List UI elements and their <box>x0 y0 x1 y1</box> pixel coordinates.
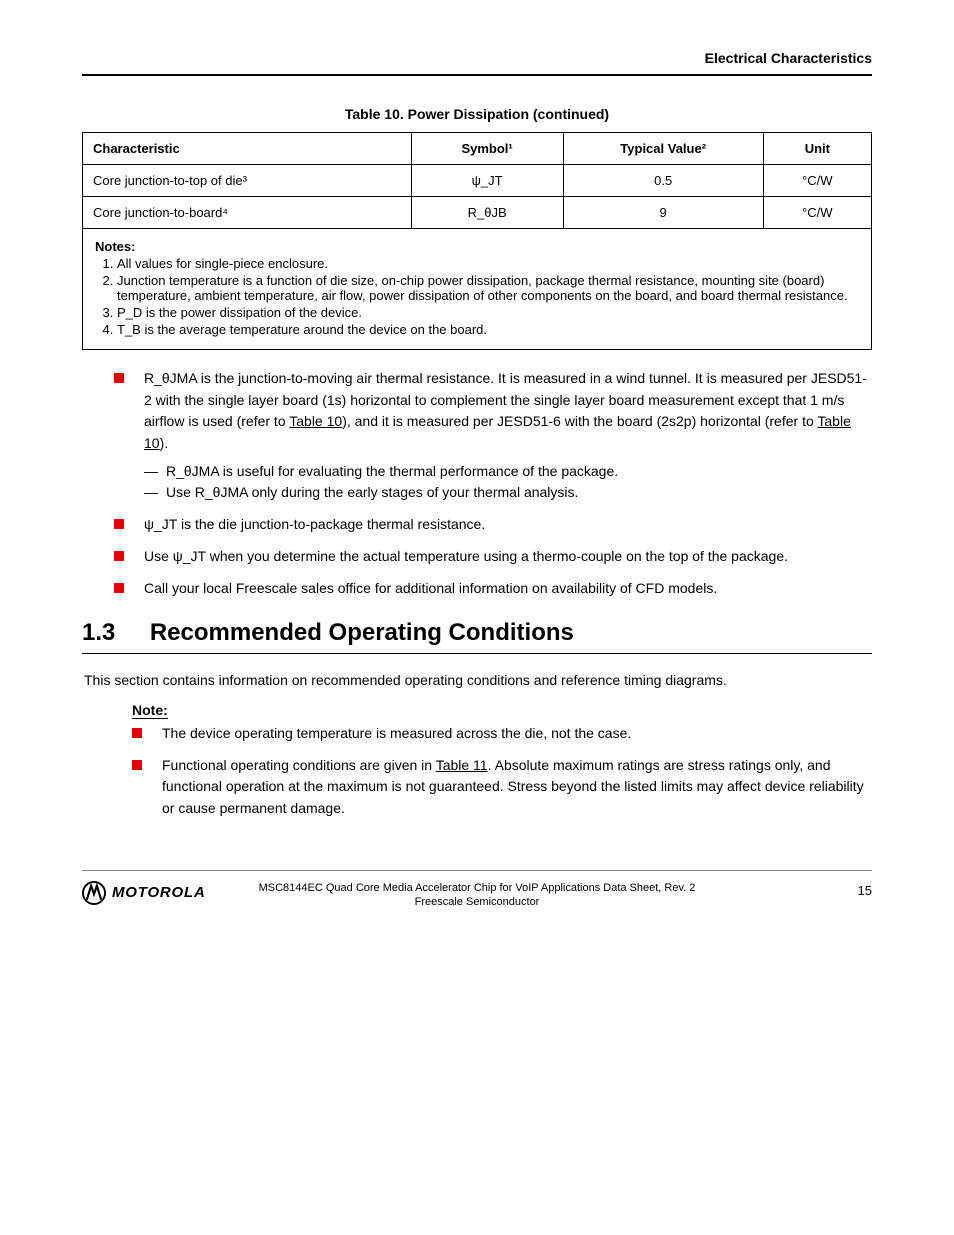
note-bullet-item: The device operating temperature is meas… <box>132 723 872 745</box>
footer-line2: Freescale Semiconductor <box>82 895 872 909</box>
sub-bullet-item: Use R_θJMA only during the early stages … <box>144 482 872 504</box>
bullet-cfd: Call your local Freescale sales office f… <box>114 578 872 600</box>
cell-symbol: ψ_JT <box>411 165 563 197</box>
note-item: Junction temperature is a function of di… <box>117 273 859 303</box>
sub-bullet-list: R_θJMA is useful for evaluating the ther… <box>144 461 872 504</box>
cell-symbol: R_θJB <box>411 197 563 229</box>
page-footer: MOTOROLA MSC8144EC Quad Core Media Accel… <box>0 870 954 957</box>
table-notes-cell: Notes: All values for single-piece enclo… <box>83 229 872 350</box>
cell-unit: °C/W <box>763 165 871 197</box>
bullet-rthjma: R_θJMA is the junction-to-moving air the… <box>114 368 872 504</box>
th-typical: Typical Value² <box>563 133 763 165</box>
th-unit: Unit <box>763 133 871 165</box>
notes-list: All values for single-piece enclosure. J… <box>117 256 859 337</box>
section-heading: 1.3 Recommended Operating Conditions <box>82 619 872 654</box>
th-characteristic: Characteristic <box>83 133 412 165</box>
xref-table[interactable]: Table 10 <box>289 413 342 429</box>
table-caption: Table 10. Power Dissipation (continued) <box>82 106 872 122</box>
page-number: 15 <box>858 883 872 898</box>
bullet-psijt: ψ_JT is the die junction-to-package ther… <box>114 514 872 536</box>
note-text-part: Functional operating conditions are give… <box>162 757 436 773</box>
table-notes-row: Notes: All values for single-piece enclo… <box>83 229 872 350</box>
note-bullet-list: The device operating temperature is meas… <box>132 723 872 820</box>
table-row: Core junction-to-board⁴ R_θJB 9 °C/W <box>83 197 872 229</box>
note-bullet-item: Functional operating conditions are give… <box>132 755 872 820</box>
footer-rule <box>82 870 872 871</box>
note-label: Note: <box>132 702 168 719</box>
section-number: 1.3 <box>82 619 115 646</box>
sub-bullet-item: R_θJMA is useful for evaluating the ther… <box>144 461 872 483</box>
cell-value: 0.5 <box>563 165 763 197</box>
note-block: Note: The device operating temperature i… <box>132 702 872 820</box>
header-rule <box>82 74 872 76</box>
note-item: T_B is the average temperature around th… <box>117 322 859 337</box>
xref-table[interactable]: Table 11 <box>436 757 488 773</box>
bullet-psijt-use: Use ψ_JT when you determine the actual t… <box>114 546 872 568</box>
footer-line1: MSC8144EC Quad Core Media Accelerator Ch… <box>82 881 872 895</box>
th-symbol: Symbol¹ <box>411 133 563 165</box>
bullet-text-part: ), and it is measured per JESD51-6 with … <box>342 413 817 429</box>
bullet-list-1: R_θJMA is the junction-to-moving air the… <box>114 368 872 599</box>
spec-table: Characteristic Symbol¹ Typical Value² Un… <box>82 132 872 350</box>
cell-char: Core junction-to-board⁴ <box>83 197 412 229</box>
table-header-row: Characteristic Symbol¹ Typical Value² Un… <box>83 133 872 165</box>
notes-title: Notes: <box>95 239 135 254</box>
cell-unit: °C/W <box>763 197 871 229</box>
cell-value: 9 <box>563 197 763 229</box>
note-item: P_D is the power dissipation of the devi… <box>117 305 859 320</box>
bullet-text-part: ). <box>160 435 169 451</box>
footer-center-text: MSC8144EC Quad Core Media Accelerator Ch… <box>82 881 872 910</box>
header-section-title: Electrical Characteristics <box>82 50 872 66</box>
section-title: Recommended Operating Conditions <box>150 619 574 646</box>
body-paragraph: This section contains information on rec… <box>84 670 872 692</box>
table-row: Core junction-to-top of die³ ψ_JT 0.5 °C… <box>83 165 872 197</box>
note-item: All values for single-piece enclosure. <box>117 256 859 271</box>
cell-char: Core junction-to-top of die³ <box>83 165 412 197</box>
